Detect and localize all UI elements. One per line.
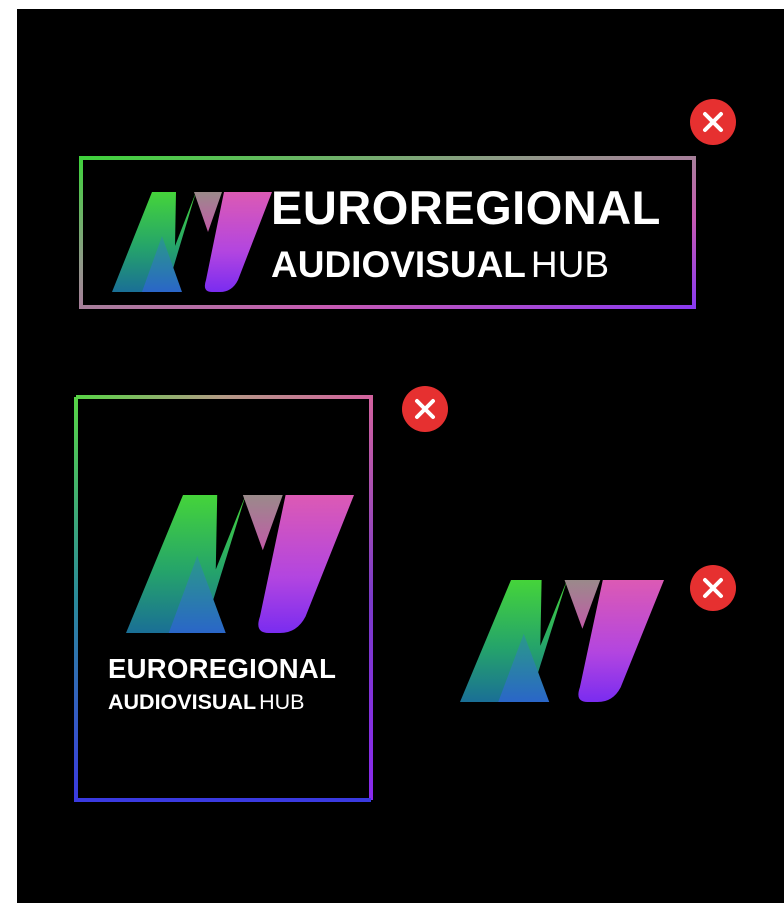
logo-wordmark-audiovisual: AUDIOVISUAL	[108, 690, 257, 714]
av-logo-mark	[126, 495, 354, 633]
logo-wordmark-hub: HUB	[259, 690, 305, 714]
logo-wordmark-line2: AUDIOVISUAL HUB	[108, 690, 305, 714]
av-logo-mark	[112, 192, 272, 292]
logo-wordmark-line1: EUROREGIONAL	[108, 653, 337, 684]
av-logo-mark-standalone	[460, 580, 664, 702]
close-icon	[402, 386, 448, 432]
logo-wordmark-hub: HUB	[530, 244, 610, 285]
logo-wordmark-line2: AUDIOVISUAL HUB	[271, 246, 609, 283]
logo-wordmark-line1: EUROREGIONAL	[271, 181, 661, 234]
close-icon	[690, 565, 736, 611]
logo-wordmark-audiovisual: AUDIOVISUAL	[271, 244, 526, 285]
close-icon	[690, 99, 736, 145]
